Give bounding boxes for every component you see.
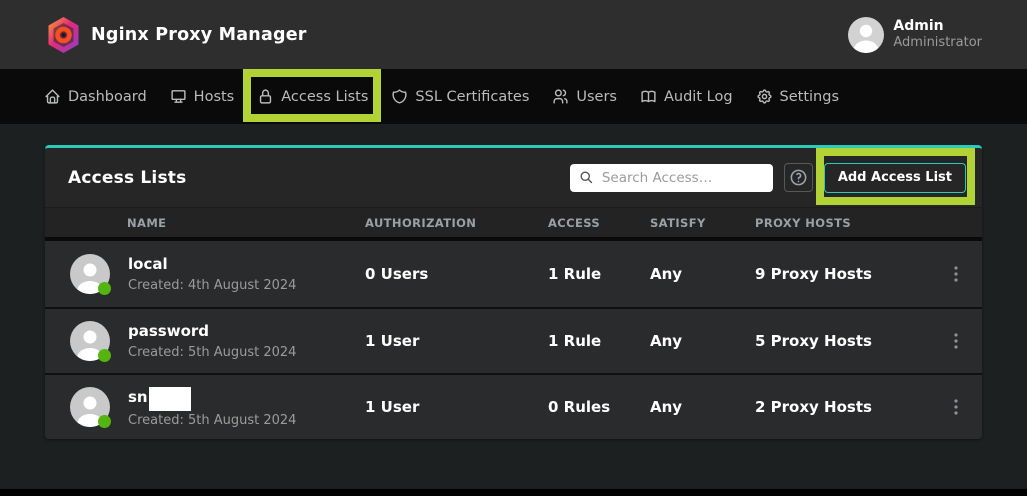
table-row: password Created: 5th August 2024 1 User… xyxy=(45,307,982,373)
access-list-name: sn xyxy=(128,385,365,409)
access-cell: 1 Rule xyxy=(548,332,650,350)
row-avatar xyxy=(70,321,110,361)
proxy-hosts-cell: 2 Proxy Hosts xyxy=(755,398,930,416)
bottom-edge-bar xyxy=(0,489,1027,496)
shield-icon xyxy=(391,88,408,105)
user-name: Admin xyxy=(893,18,982,35)
users-icon xyxy=(552,88,569,105)
column-header-satisfy: SATISFY xyxy=(650,216,755,230)
status-dot xyxy=(98,349,111,362)
app-brand: Nginx Proxy Manager xyxy=(47,16,307,54)
row-menu-button[interactable] xyxy=(948,262,964,286)
column-header-access: ACCESS xyxy=(548,216,650,230)
access-list-created: Created: 4th August 2024 xyxy=(128,277,365,294)
access-list-created: Created: 5th August 2024 xyxy=(128,412,365,429)
row-avatar xyxy=(70,254,110,294)
access-list-name: local xyxy=(128,255,365,274)
column-header-name: NAME xyxy=(125,216,365,230)
authorization-cell: 0 Users xyxy=(365,265,548,283)
proxy-hosts-cell: 9 Proxy Hosts xyxy=(755,265,930,283)
authorization-cell: 1 User xyxy=(365,398,548,416)
table-row: sn Created: 5th August 2024 1 User 0 Rul… xyxy=(45,373,982,439)
panel-title: Access Lists xyxy=(68,168,186,188)
authorization-cell: 1 User xyxy=(365,332,548,350)
main-nav: Dashboard Hosts Access Lists SSL Certifi… xyxy=(0,69,1027,124)
table-header-row: NAME AUTHORIZATION ACCESS SATISFY PROXY … xyxy=(45,207,982,241)
search-input[interactable] xyxy=(602,170,765,186)
proxy-hosts-cell: 5 Proxy Hosts xyxy=(755,332,930,350)
add-access-list-button[interactable]: Add Access List xyxy=(824,163,966,193)
column-header-authorization: AUTHORIZATION xyxy=(365,216,548,230)
kebab-menu-icon xyxy=(954,399,958,415)
nav-item-access-lists[interactable]: Access Lists xyxy=(257,88,368,105)
gear-icon xyxy=(756,88,773,105)
row-menu-button[interactable] xyxy=(948,329,964,353)
table-row: local Created: 4th August 2024 0 Users 1… xyxy=(45,241,982,307)
nav-item-dashboard[interactable]: Dashboard xyxy=(44,88,147,105)
status-dot xyxy=(98,282,111,295)
access-lists-panel: Access Lists Add Access List NAME AUTHOR… xyxy=(45,145,982,439)
column-header-proxy-hosts: PROXY HOSTS xyxy=(755,216,930,230)
satisfy-cell: Any xyxy=(650,265,755,283)
access-list-created: Created: 5th August 2024 xyxy=(128,344,365,361)
satisfy-cell: Any xyxy=(650,332,755,350)
search-box xyxy=(570,164,773,192)
app-header: Nginx Proxy Manager Admin Administrator xyxy=(0,0,1027,69)
lock-icon xyxy=(257,88,274,105)
app-title: Nginx Proxy Manager xyxy=(91,25,307,45)
panel-header: Access Lists Add Access List xyxy=(45,148,982,207)
kebab-menu-icon xyxy=(954,333,958,349)
monitor-icon xyxy=(170,88,187,105)
book-icon xyxy=(640,88,657,105)
nav-item-audit-log[interactable]: Audit Log xyxy=(640,88,733,105)
row-menu-button[interactable] xyxy=(948,395,964,419)
access-list-name: password xyxy=(128,322,365,341)
page-content: Access Lists Add Access List NAME AUTHOR… xyxy=(0,124,1027,439)
kebab-menu-icon xyxy=(954,266,958,282)
redaction-box xyxy=(149,387,191,411)
user-menu[interactable]: Admin Administrator xyxy=(848,17,982,53)
user-role: Administrator xyxy=(893,35,982,51)
row-avatar xyxy=(70,387,110,427)
help-button[interactable] xyxy=(784,163,813,192)
avatar xyxy=(848,17,884,53)
nav-item-users[interactable]: Users xyxy=(552,88,617,105)
nav-item-ssl-certificates[interactable]: SSL Certificates xyxy=(391,88,529,105)
question-circle-icon xyxy=(789,168,808,187)
access-cell: 1 Rule xyxy=(548,265,650,283)
home-icon xyxy=(44,88,61,105)
satisfy-cell: Any xyxy=(650,398,755,416)
access-cell: 0 Rules xyxy=(548,398,650,416)
nav-item-hosts[interactable]: Hosts xyxy=(170,88,235,105)
search-icon xyxy=(579,170,594,185)
nav-item-settings[interactable]: Settings xyxy=(756,88,839,105)
status-dot xyxy=(98,415,111,428)
app-logo-icon xyxy=(47,16,80,54)
